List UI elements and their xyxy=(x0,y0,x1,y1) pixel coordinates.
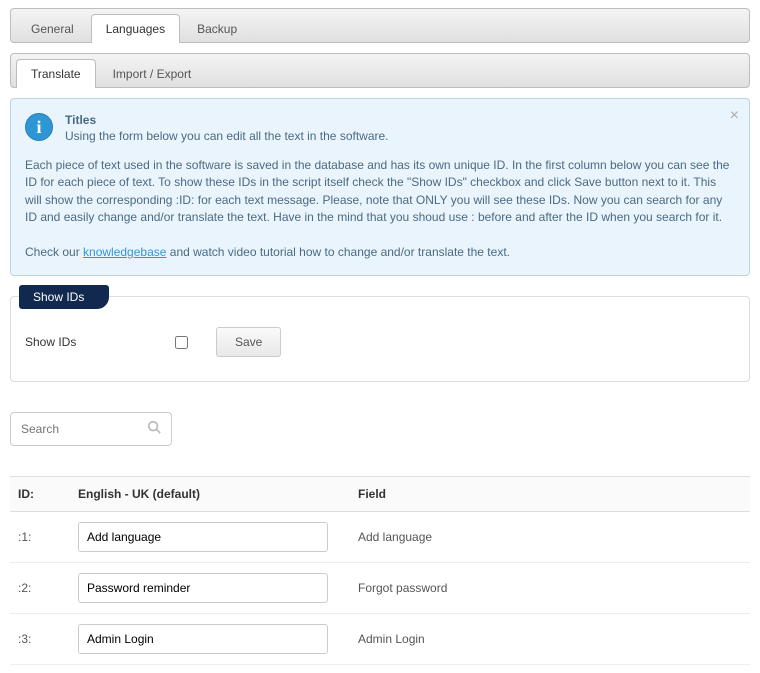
cell-field: Admin Login xyxy=(350,614,750,665)
secondary-tabs: TranslateImport / Export xyxy=(10,53,750,88)
cell-english xyxy=(70,563,350,614)
info-title: Titles xyxy=(65,113,389,127)
info-subtitle: Using the form below you can edit all th… xyxy=(65,129,389,143)
header-id: ID: xyxy=(10,477,70,512)
header-english: English - UK (default) xyxy=(70,477,350,512)
translation-input[interactable] xyxy=(78,573,328,603)
tab-secondary-translate[interactable]: Translate xyxy=(16,59,96,88)
show-ids-fieldset: Show IDs Show IDs Save xyxy=(10,296,750,382)
cell-id: :1: xyxy=(10,512,70,563)
header-field: Field xyxy=(350,477,750,512)
search-icon[interactable] xyxy=(147,420,161,437)
tab-primary-backup[interactable]: Backup xyxy=(182,14,252,43)
info-box: × i Titles Using the form below you can … xyxy=(10,98,750,276)
save-button[interactable]: Save xyxy=(216,327,281,357)
cell-id: :2: xyxy=(10,563,70,614)
show-ids-label: Show IDs xyxy=(25,335,175,349)
cell-field: Add language xyxy=(350,512,750,563)
close-icon[interactable]: × xyxy=(730,107,739,125)
translation-input[interactable] xyxy=(78,522,328,552)
knowledgebase-link[interactable]: knowledgebase xyxy=(83,245,166,259)
primary-tabs: GeneralLanguagesBackup xyxy=(10,8,750,43)
show-ids-checkbox[interactable] xyxy=(175,336,188,349)
translations-table: ID: English - UK (default) Field :1: Add … xyxy=(10,476,750,665)
show-ids-legend: Show IDs xyxy=(19,285,109,309)
table-row: :1: Add language xyxy=(10,512,750,563)
tab-secondary-import-export[interactable]: Import / Export xyxy=(98,59,207,88)
tab-primary-general[interactable]: General xyxy=(16,14,89,43)
info-body-2: Check our knowledgebase and watch video … xyxy=(25,244,735,261)
translation-input[interactable] xyxy=(78,624,328,654)
table-row: :2: Forgot password xyxy=(10,563,750,614)
cell-english xyxy=(70,512,350,563)
tab-primary-languages[interactable]: Languages xyxy=(91,14,180,43)
cell-id: :3: xyxy=(10,614,70,665)
info-body-1: Each piece of text used in the software … xyxy=(25,157,735,227)
cell-english xyxy=(70,614,350,665)
cell-field: Forgot password xyxy=(350,563,750,614)
table-row: :3: Admin Login xyxy=(10,614,750,665)
search-wrap xyxy=(10,412,172,446)
info-icon: i xyxy=(25,113,53,141)
